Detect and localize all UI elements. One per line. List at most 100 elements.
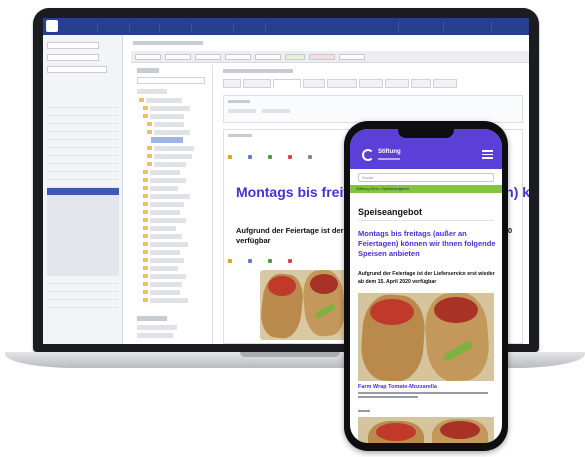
tree-node[interactable]: [154, 162, 186, 167]
sidebar-item[interactable]: [47, 116, 119, 124]
sidebar-item[interactable]: [47, 292, 119, 300]
sidebar-subitem[interactable]: [47, 252, 119, 260]
logo-icon[interactable]: [362, 149, 374, 161]
sidebar-item[interactable]: [47, 164, 119, 172]
toolbar-button-green[interactable]: [285, 54, 305, 60]
sidebar-item-active[interactable]: [47, 188, 119, 196]
top-menu-item-1[interactable]: [97, 23, 123, 31]
breadcrumb[interactable]: Stiftung Eins • Speiseangebot: [356, 185, 409, 193]
toolbar-button[interactable]: [339, 54, 365, 60]
sidebar-filter-input[interactable]: [47, 42, 99, 49]
toolbar-button[interactable]: [225, 54, 251, 60]
tab[interactable]: [243, 79, 271, 88]
sidebar-item[interactable]: [47, 180, 119, 188]
sidebar-subitem[interactable]: [47, 228, 119, 236]
copy-icon[interactable]: [268, 259, 272, 263]
sidebar-subitem[interactable]: [47, 268, 119, 276]
tree-node[interactable]: [150, 210, 180, 215]
toolbar-button[interactable]: [135, 54, 161, 60]
tree-search-input[interactable]: [137, 77, 205, 84]
tree-node[interactable]: [150, 178, 186, 183]
sidebar-item[interactable]: [47, 124, 119, 132]
tab[interactable]: [433, 79, 457, 88]
tree-node[interactable]: [150, 258, 184, 263]
tab[interactable]: [327, 79, 357, 88]
toolbar-button[interactable]: [255, 54, 281, 60]
sidebar-subitem[interactable]: [47, 204, 119, 212]
tree-node[interactable]: [137, 333, 173, 338]
top-menu-item-2[interactable]: [129, 23, 153, 31]
top-tool-logout[interactable]: [491, 22, 523, 31]
site-brand[interactable]: Stiftung: [378, 149, 401, 155]
tree-node[interactable]: [150, 186, 178, 191]
tree-node[interactable]: [150, 106, 190, 111]
move-icon[interactable]: [248, 259, 252, 263]
sidebar-subitem[interactable]: [47, 212, 119, 220]
sidebar-item[interactable]: [47, 300, 119, 308]
tree-node[interactable]: [154, 130, 190, 135]
tree-node[interactable]: [150, 266, 178, 271]
sidebar-item[interactable]: [47, 132, 119, 140]
search-input[interactable]: [358, 173, 494, 182]
sidebar-subitem[interactable]: [47, 244, 119, 252]
move-icon[interactable]: [248, 155, 252, 159]
hamburger-menu-icon[interactable]: [482, 150, 493, 159]
top-menu-item-4[interactable]: [191, 23, 225, 31]
sidebar-subitem[interactable]: [47, 220, 119, 228]
tree-node[interactable]: [150, 226, 176, 231]
sidebar-subitem[interactable]: [47, 260, 119, 268]
tree-node[interactable]: [150, 298, 188, 303]
toolbar-button[interactable]: [165, 54, 191, 60]
tree-node[interactable]: [150, 274, 186, 279]
sidebar-item[interactable]: [47, 140, 119, 148]
top-tool-settings[interactable]: [443, 22, 483, 31]
top-menu-item-5[interactable]: [233, 23, 259, 31]
edit-icon[interactable]: [228, 155, 232, 159]
delete-icon[interactable]: [288, 155, 292, 159]
top-tool-user[interactable]: [398, 22, 438, 31]
tab[interactable]: [303, 79, 325, 88]
tab[interactable]: [359, 79, 383, 88]
sidebar-search-input[interactable]: [47, 66, 107, 73]
toolbar-button-red[interactable]: [309, 54, 335, 60]
sidebar-item[interactable]: [47, 276, 119, 284]
sidebar-item[interactable]: [47, 148, 119, 156]
sidebar-item[interactable]: [47, 156, 119, 164]
tree-node[interactable]: [150, 194, 190, 199]
tree-node-selected[interactable]: [151, 137, 183, 143]
tab[interactable]: [385, 79, 409, 88]
menu-item-more[interactable]: [358, 410, 370, 412]
tree-node[interactable]: [150, 202, 184, 207]
menu-item-link[interactable]: Farm Wrap Tomate-Mozzarella: [358, 384, 498, 390]
tab[interactable]: [411, 79, 431, 88]
tree-node[interactable]: [150, 290, 180, 295]
copy-icon[interactable]: [268, 155, 272, 159]
sidebar-item[interactable]: [47, 108, 119, 116]
tree-node[interactable]: [150, 114, 184, 119]
property-field[interactable]: [262, 109, 290, 113]
edit-icon[interactable]: [228, 259, 232, 263]
sidebar-item[interactable]: [47, 284, 119, 292]
tree-node[interactable]: [154, 122, 184, 127]
delete-icon[interactable]: [288, 259, 292, 263]
sidebar-item[interactable]: [47, 100, 119, 108]
tree-node[interactable]: [150, 250, 180, 255]
tree-node[interactable]: [150, 282, 182, 287]
toolbar-button[interactable]: [195, 54, 221, 60]
tree-node[interactable]: [150, 234, 182, 239]
tree-node[interactable]: [150, 242, 188, 247]
sidebar-select[interactable]: [47, 54, 99, 61]
tab[interactable]: [223, 79, 241, 88]
top-menu-item-3[interactable]: [159, 23, 185, 31]
tree-node[interactable]: [150, 170, 180, 175]
sidebar-subitem[interactable]: [47, 236, 119, 244]
tree-node[interactable]: [137, 325, 177, 330]
tree-node[interactable]: [154, 154, 192, 159]
sidebar-subitem[interactable]: [47, 196, 119, 204]
tree-node[interactable]: [150, 218, 186, 223]
tab-active[interactable]: [273, 79, 301, 88]
sidebar-item[interactable]: [47, 172, 119, 180]
info-icon[interactable]: [308, 155, 312, 159]
tree-node[interactable]: [146, 98, 182, 103]
top-menu-item-6[interactable]: [265, 23, 295, 31]
